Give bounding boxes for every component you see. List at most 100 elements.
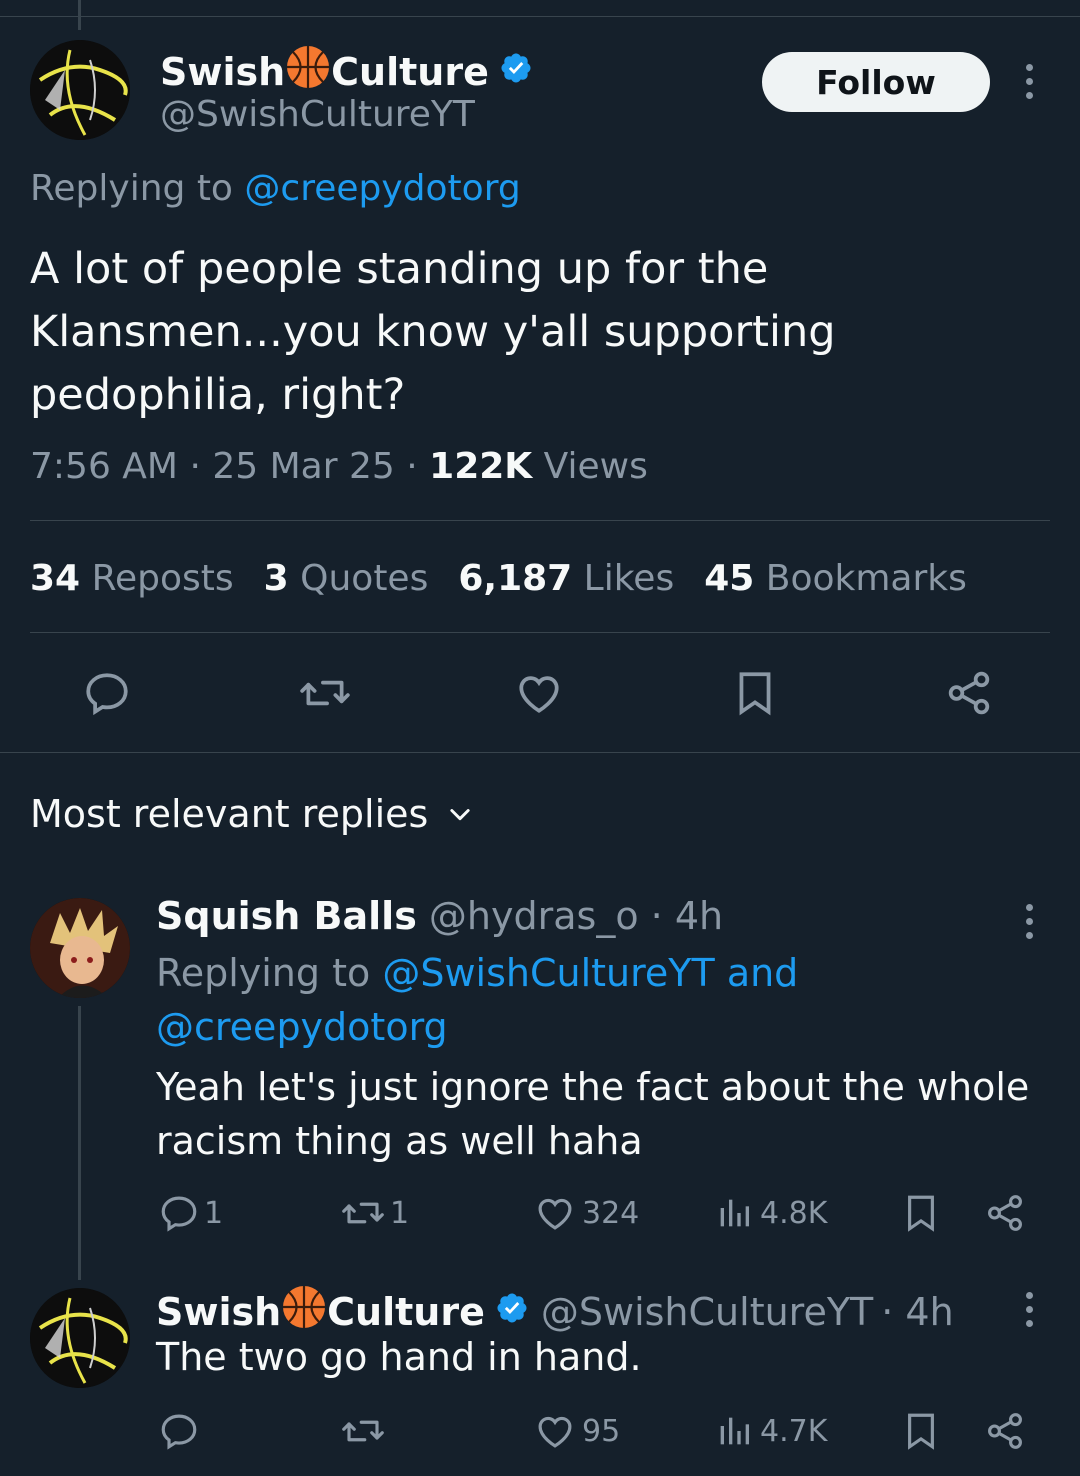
likes-stat[interactable]: 6,187 Likes [458,558,674,599]
reply-action-repost[interactable]: 1 [340,1192,409,1234]
bookmarks-label: Bookmarks [765,558,967,599]
like-icon[interactable] [514,668,564,718]
more-options-icon[interactable] [1024,1292,1034,1327]
quotes-stat[interactable]: 3 Quotes [264,558,429,599]
replying-to-link[interactable]: @creepydotorg [244,168,520,209]
bookmarks-stat[interactable]: 45 Bookmarks [704,558,967,599]
tweet-text-line: Klansmen...you know y'all supporting [30,307,836,357]
reply-icon [158,1410,200,1452]
tweet-text-line: A lot of people standing up for the [30,244,769,294]
reply-replying-to: Replying to @SwishCultureYT and @creepyd… [156,946,1036,1054]
reply-action-like[interactable]: 95 [534,1410,620,1452]
bookmark-icon[interactable] [900,1192,942,1234]
views-chart-icon [714,1192,754,1234]
section-divider [0,752,1080,753]
replying-to-line: Replying to @creepydotorg [30,168,521,209]
reposts-count: 34 [30,558,81,599]
avatar[interactable] [30,1288,130,1388]
reply-icon[interactable] [82,668,132,718]
author-name[interactable]: Swish Culture [160,44,533,99]
basketball-emoji-icon [285,44,331,99]
reply-text: Yeah let's just ignore the fact about th… [156,1060,1056,1168]
reply-header: Swish Culture @SwishCultureYT · 4h [156,1284,954,1339]
reply-header: Squish Balls @hydras_o · 4h [156,894,723,938]
thread-connector-top [78,0,81,30]
views-count: 4.8K [760,1195,828,1231]
replying-to-link[interactable]: @SwishCultureYT [382,951,714,995]
views-count: 4.7K [760,1413,828,1449]
reply-icon [158,1192,200,1234]
bookmark-icon[interactable] [900,1410,942,1452]
repost-icon [340,1192,386,1234]
tweet-text-line: pedophilia, right? [30,370,406,420]
divider [30,632,1050,633]
tweet-time[interactable]: 7:56 AM [30,446,178,487]
anime-avatar-image [30,898,130,998]
more-options-icon[interactable] [1024,904,1034,939]
follow-button[interactable]: Follow [762,52,990,112]
reply-action-views[interactable]: 4.7K [714,1410,827,1452]
tweet-date[interactable]: 25 Mar 25 [212,446,394,487]
reply-author-name-part-1[interactable]: Swish [156,1290,281,1334]
replying-prefix: Replying to [156,951,371,995]
basketball-avatar-image [30,1288,130,1388]
replies-sort-dropdown[interactable]: Most relevant replies [30,792,474,836]
repost-icon[interactable] [298,668,352,718]
replying-to-link[interactable]: @creepydotorg [156,1005,448,1049]
sort-label: Most relevant replies [30,792,429,836]
author-name-part-2: Culture [331,49,489,94]
views-label: Views [543,446,648,487]
quotes-label: Quotes [300,558,429,599]
avatar[interactable] [30,898,130,998]
reposts-stat[interactable]: 34 Reposts [30,558,234,599]
thread-connector [78,1006,81,1280]
bookmark-icon[interactable] [730,668,780,718]
likes-count: 6,187 [458,558,573,599]
meta-separator: · [189,446,201,487]
reply-author-handle[interactable]: @hydras_o [429,894,639,938]
avatar[interactable] [30,40,130,140]
author-name-part-1: Swish [160,49,286,94]
chevron-down-icon [446,800,474,828]
like-icon [534,1410,576,1452]
like-count: 324 [582,1195,640,1231]
more-options-icon[interactable] [1024,64,1034,99]
reply-age[interactable]: · 4h [881,1290,953,1334]
verified-badge-icon [499,50,533,94]
reply-count: 1 [204,1195,224,1231]
likes-label: Likes [583,558,675,599]
reply-author-name-part-2[interactable]: Culture [327,1290,485,1334]
replying-and: and [726,951,799,995]
like-count: 95 [582,1413,621,1449]
reply-text-line: racism thing as well haha [156,1119,643,1163]
reposts-label: Reposts [91,558,234,599]
reply-action-views[interactable]: 4.8K [714,1192,827,1234]
tweet-meta: 7:56 AM · 25 Mar 25 · 122K Views [30,446,648,487]
share-icon[interactable] [944,668,994,718]
views-chart-icon [714,1410,754,1452]
reply-action-like[interactable]: 324 [534,1192,639,1234]
tweet-text: A lot of people standing up for the Klan… [30,238,1050,427]
reply-action-reply[interactable]: 1 [158,1192,223,1234]
author-handle[interactable]: @SwishCultureYT [160,94,475,135]
reply-text: The two go hand in hand. [156,1335,642,1379]
reply-action-repost[interactable] [340,1410,386,1452]
reply-age[interactable]: · 4h [651,894,723,938]
share-icon[interactable] [984,1192,1026,1234]
share-icon[interactable] [984,1410,1026,1452]
reply-author-name[interactable]: Squish Balls [156,894,417,938]
engagement-stats: 34 Reposts 3 Quotes 6,187 Likes 45 Bookm… [30,558,967,599]
repost-count: 1 [390,1195,410,1231]
meta-separator: · [406,446,418,487]
divider [30,520,1050,521]
replying-prefix: Replying to [30,168,233,209]
basketball-emoji-icon [281,1284,327,1339]
reply-action-reply[interactable] [158,1410,200,1452]
bookmarks-count: 45 [704,558,755,599]
basketball-avatar-image [30,40,130,140]
reply-author-handle[interactable]: @SwishCultureYT [541,1290,873,1334]
verified-badge-icon [495,1290,529,1334]
like-icon [534,1192,576,1234]
repost-icon [340,1410,386,1452]
quotes-count: 3 [263,558,289,599]
